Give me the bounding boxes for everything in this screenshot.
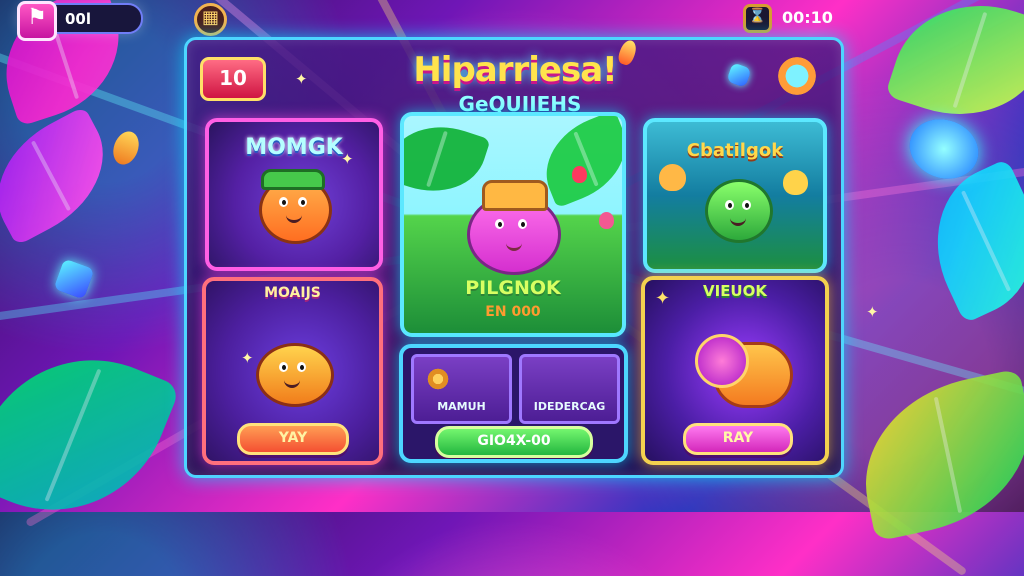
card-cbatilgok-title: Cbatilgok	[686, 140, 784, 161]
green-hat-icon	[261, 169, 325, 190]
left-gem-icon	[53, 258, 95, 300]
mode-card-left[interactable]: MAMUH	[411, 354, 512, 424]
hourglass-icon: ⌛	[743, 4, 772, 33]
card-cbatilgok[interactable]: Cbatilgok	[643, 118, 827, 273]
card-vieuok-title: VIEUOK	[703, 282, 767, 300]
left-orange-seed-icon	[108, 127, 144, 169]
mode-left-label: MAMUH	[437, 400, 486, 413]
game-title: Hiparriesa!	[413, 50, 617, 90]
straw-hat-icon	[482, 180, 548, 211]
top-left-counter: ⚑ 00l	[17, 1, 143, 41]
berry-icon	[599, 212, 614, 229]
left-mid-leaf	[0, 106, 128, 246]
palm-leaf-left	[404, 116, 491, 207]
right-bottom-leaf	[847, 368, 1024, 542]
sparkle-icon: ✦	[341, 150, 354, 168]
start-button[interactable]: GIO4X-00	[435, 426, 593, 458]
card-pilgnok-subtitle: EN 000	[485, 304, 541, 320]
card-monck[interactable]: MOMGK ✦	[205, 118, 383, 271]
right-top-leaf	[884, 0, 1024, 139]
small-sparkle-icon: ✦	[866, 303, 879, 321]
card-moaijs[interactable]: MOAIJS ✦ YAY	[202, 277, 383, 465]
timer-value: 00:10	[782, 8, 833, 27]
gold-arrow-icon: ✦	[655, 288, 671, 309]
pink-orb-icon	[695, 334, 749, 388]
dotted-shield-icon	[426, 367, 450, 391]
card-game-modes: MAMUH IDEDERCAG GIO4X-00	[399, 344, 628, 463]
cookie-right-icon	[783, 170, 808, 195]
cookie-left-icon	[659, 164, 686, 191]
mode-right-label: IDEDERCAG	[533, 400, 606, 413]
card-pilgnok-title: PILGNOK	[465, 277, 561, 299]
strawberry-icon	[572, 166, 587, 183]
left-sparkle-icon: ✦	[241, 349, 254, 367]
grid-icon[interactable]: ▦	[194, 3, 227, 36]
card-moaijs-title: MOAIJS	[264, 285, 321, 301]
yay-button[interactable]: YAY	[237, 423, 349, 455]
card-pilgnok[interactable]: PILGNOK EN 000	[400, 112, 626, 337]
level-badge: 10	[200, 57, 266, 101]
menu-icon[interactable]: ⚑	[17, 1, 57, 41]
mode-card-right[interactable]: IDEDERCAG	[519, 354, 620, 424]
card-vieuok[interactable]: VIEUOK ✦ RAY	[641, 276, 829, 465]
top-left-counter-value: 00l	[65, 10, 92, 28]
ray-button[interactable]: RAY	[683, 423, 793, 455]
green-character-icon	[705, 179, 773, 243]
small-sparkle-icon: ✦	[295, 70, 308, 88]
blue-character-icon	[256, 343, 334, 407]
sun-icon	[775, 54, 819, 98]
game-screen: { "top_bar": { "left_icon": "⚑", "left_v…	[0, 0, 1024, 576]
